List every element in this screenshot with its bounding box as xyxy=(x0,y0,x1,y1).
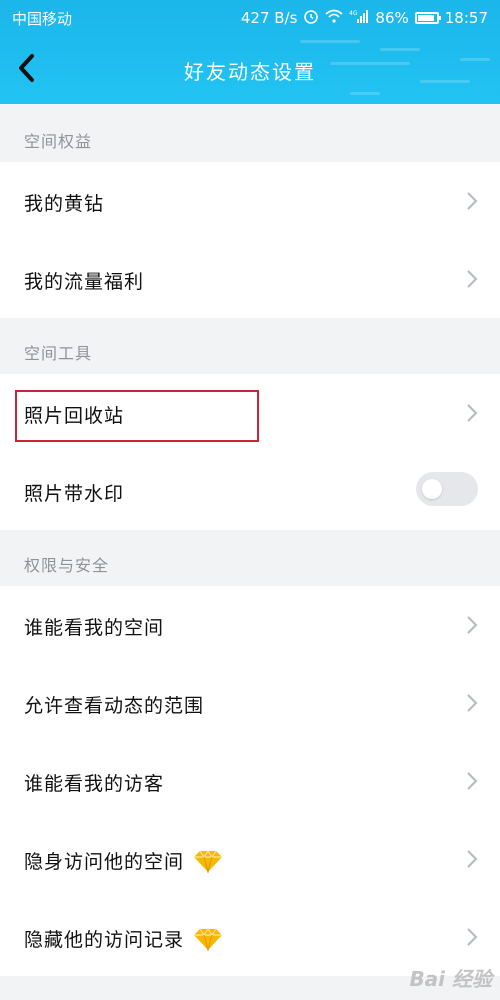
network-speed: 427 B/s xyxy=(240,9,298,27)
section-header-space-rights: 空间权益 xyxy=(0,104,500,162)
row-label: 我的黄钻 xyxy=(24,193,105,215)
diamond-icon xyxy=(194,927,223,951)
row-label: 谁能看我的空间 xyxy=(24,617,165,639)
watermark-toggle[interactable] xyxy=(416,472,478,506)
section-title: 空间工具 xyxy=(24,344,93,363)
row-who-can-see-visitors[interactable]: 谁能看我的访客 xyxy=(0,742,500,820)
toggle-knob xyxy=(422,479,442,499)
row-photo-recycle-bin[interactable]: 照片回收站 xyxy=(0,374,500,452)
row-yellow-diamond[interactable]: 我的黄钻 xyxy=(0,162,500,240)
chevron-right-icon xyxy=(467,404,478,422)
carrier-name: 中国移动 xyxy=(12,10,73,28)
wifi-icon xyxy=(325,9,343,27)
chevron-right-icon xyxy=(467,928,478,946)
row-photo-watermark: 照片带水印 xyxy=(0,452,500,530)
chevron-right-icon xyxy=(467,694,478,712)
chevron-right-icon xyxy=(467,192,478,210)
row-feed-visibility-range[interactable]: 允许查看动态的范围 xyxy=(0,664,500,742)
clock: 18:57 xyxy=(444,9,488,27)
chevron-right-icon xyxy=(467,270,478,288)
chevron-right-icon xyxy=(467,850,478,868)
signal-icon: 4G xyxy=(349,9,369,27)
chevron-right-icon xyxy=(467,772,478,790)
row-label: 我的流量福利 xyxy=(24,271,145,293)
header-bar: 中国移动 427 B/s 4G 86% 18:57 好友动态设置 xyxy=(0,0,500,104)
page-title: 好友动态设置 xyxy=(184,60,316,84)
battery-percent: 86% xyxy=(375,9,409,27)
section-title: 空间权益 xyxy=(24,132,93,151)
row-label-wrap: 隐藏他的访问记录 xyxy=(24,925,224,952)
nav-bar: 好友动态设置 xyxy=(0,34,500,104)
status-bar: 中国移动 427 B/s 4G 86% 18:57 xyxy=(0,0,500,34)
section-header-space-tools: 空间工具 xyxy=(0,316,500,374)
alarm-icon xyxy=(303,8,319,28)
row-label: 照片回收站 xyxy=(24,405,125,427)
diamond-icon xyxy=(194,849,223,873)
row-traffic-welfare[interactable]: 我的流量福利 xyxy=(0,240,500,318)
svg-text:4G: 4G xyxy=(349,10,358,17)
row-label-wrap: 隐身访问他的空间 xyxy=(24,847,224,874)
section-header-privacy-security: 权限与安全 xyxy=(0,528,500,586)
row-label: 允许查看动态的范围 xyxy=(24,695,205,717)
row-label: 隐藏他的访问记录 xyxy=(24,929,185,951)
row-label: 照片带水印 xyxy=(24,483,125,505)
row-label: 谁能看我的访客 xyxy=(24,773,165,795)
row-who-can-see-space[interactable]: 谁能看我的空间 xyxy=(0,586,500,664)
chevron-right-icon xyxy=(467,616,478,634)
row-stealth-visit[interactable]: 隐身访问他的空间 xyxy=(0,820,500,898)
watermark-logo: Bai 经验 xyxy=(409,967,492,991)
battery-icon xyxy=(414,12,441,24)
row-label: 隐身访问他的空间 xyxy=(24,851,185,873)
section-title: 权限与安全 xyxy=(24,556,110,575)
